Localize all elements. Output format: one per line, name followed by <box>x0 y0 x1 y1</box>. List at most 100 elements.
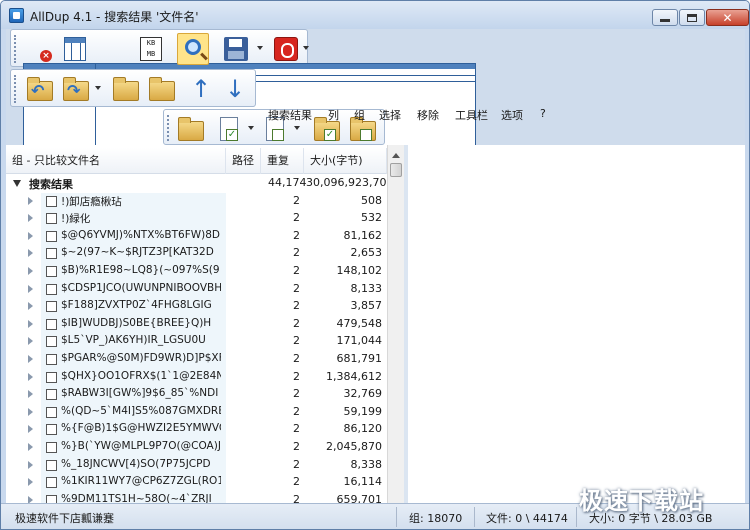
close-button[interactable]: ✕ <box>706 9 749 26</box>
collapsed-triangle-icon[interactable] <box>28 196 33 205</box>
collapsed-triangle-icon[interactable] <box>28 231 33 240</box>
stop-button[interactable] <box>269 33 301 65</box>
menu-help[interactable]: ? <box>540 107 546 120</box>
menu-options[interactable]: 选项 <box>501 107 523 123</box>
scroll-thumb[interactable] <box>390 163 402 177</box>
expanded-triangle-icon[interactable] <box>13 180 21 187</box>
collapsed-triangle-icon[interactable] <box>28 355 33 363</box>
columns-button[interactable] <box>59 33 91 65</box>
row-checkbox[interactable] <box>46 424 57 436</box>
row-checkbox[interactable] <box>46 266 57 277</box>
row-checkbox[interactable] <box>46 301 57 313</box>
scroll-up-arrow-icon[interactable] <box>392 153 400 158</box>
row-checkbox[interactable] <box>46 389 57 401</box>
save-button[interactable] <box>219 33 251 65</box>
row-checkbox[interactable] <box>46 195 57 207</box>
column-path[interactable]: 路径 <box>226 148 261 174</box>
title-bar[interactable]: AllDup 4.1 - 搜索结果 '文件名' ✕ <box>1 1 749 29</box>
column-group[interactable]: 组 - 只比较文件名 <box>6 148 226 174</box>
maximize-button[interactable] <box>679 9 705 26</box>
row-checkbox[interactable] <box>46 336 57 348</box>
forward-dropdown-arrow[interactable] <box>95 86 101 90</box>
close-results-button[interactable]: × <box>23 33 404 391</box>
collapsed-triangle-icon[interactable] <box>28 478 33 487</box>
table-row[interactable]: $QHX}OO1OFRX$(1`1@2E84N 2 1,384,612 <box>6 368 387 387</box>
folder-settings-button[interactable] <box>174 113 206 145</box>
row-checkbox[interactable] <box>46 459 57 471</box>
collapsed-triangle-icon[interactable] <box>28 214 33 223</box>
row-checkbox[interactable] <box>46 248 57 260</box>
collapsed-triangle-icon[interactable] <box>28 425 33 434</box>
collapsed-triangle-icon[interactable] <box>28 302 33 311</box>
back-button[interactable]: ↶ <box>23 73 55 105</box>
collapsed-triangle-icon[interactable] <box>28 249 33 258</box>
size-unit-button[interactable]: KB MB <box>135 33 167 65</box>
row-checkbox[interactable] <box>46 477 57 489</box>
menu-groups[interactable]: 组 <box>354 107 365 123</box>
collapsed-triangle-icon[interactable] <box>28 407 33 416</box>
menu-select[interactable]: 选择 <box>379 107 401 123</box>
open-folder-button[interactable] <box>109 73 141 105</box>
column-size[interactable]: 大小(字节) <box>304 148 387 174</box>
collapsed-triangle-icon[interactable] <box>28 372 33 381</box>
collapsed-triangle-icon[interactable] <box>28 267 33 275</box>
row-checkbox[interactable] <box>46 371 57 383</box>
menu-search-results[interactable]: 搜索结果 <box>268 107 312 123</box>
table-row[interactable]: $PGAR%@S0M)FD9WR)D]P$XF 2 681,791 <box>6 351 387 369</box>
collapsed-triangle-icon[interactable] <box>28 390 33 399</box>
row-checkbox[interactable] <box>46 494 57 503</box>
row-checkbox[interactable] <box>46 213 57 225</box>
status-divider <box>396 507 397 527</box>
folder-down-button[interactable] <box>145 73 177 105</box>
toolbar-grip[interactable] <box>14 35 16 63</box>
toolbar-grip[interactable] <box>14 75 16 103</box>
table-row[interactable]: $RABW3I[GW%]9$6_85`%NDI 2 32,769 <box>6 386 387 404</box>
table-row[interactable]: %{F@B)1$G@HWZI2E5YMWVOL 2 86,120 <box>6 421 387 439</box>
tree-root-row[interactable]: 搜索结果 44,174 30,096,923,703 <box>6 175 387 193</box>
row-checkbox[interactable] <box>46 406 57 418</box>
results-tree[interactable]: 组 - 只比较文件名 路径 重复 大小(字节) 搜索结果 44,174 30,0… <box>6 145 387 503</box>
forward-button[interactable]: ↷ <box>59 73 91 105</box>
unselect-dropdown-arrow[interactable] <box>294 126 300 130</box>
select-file-button[interactable]: ✓ <box>212 113 244 145</box>
row-checkbox[interactable] <box>46 318 57 330</box>
table-row[interactable]: %}B(`YW@MLPL9P7O(@COA)J 2 2,045,870 <box>6 439 387 457</box>
rows-button[interactable] <box>95 33 476 391</box>
table-row[interactable]: %1KIR11WY7@CP6Z7ZGL(RO1 2 16,114 <box>6 474 387 492</box>
table-row[interactable]: $F188]ZVXTP0Z`4FHG8LGIG 2 3,857 <box>6 298 387 316</box>
table-row[interactable]: !)緑化 2 532 <box>6 210 387 228</box>
collapsed-triangle-icon[interactable] <box>28 443 33 451</box>
row-checkbox[interactable] <box>46 442 57 453</box>
minimize-button[interactable] <box>652 9 678 26</box>
table-row[interactable]: !)卸店瘾楸玷 2 508 <box>6 192 387 211</box>
table-row[interactable]: $B)%R1E98~LQ8}(~097%S(9 2 148,102 <box>6 263 387 281</box>
table-row[interactable]: %_18JNCWV[4)SO(7P75JCPD 2 8,338 <box>6 456 387 475</box>
row-checkbox[interactable] <box>46 230 57 242</box>
column-duplicates[interactable]: 重复 <box>261 148 304 174</box>
menu-columns[interactable]: 列 <box>328 107 339 123</box>
toolbar-grip[interactable] <box>167 115 169 141</box>
table-row[interactable]: $@Q6YVMJ)%NTX%BT6FW)8DH 2 81,162 <box>6 227 387 246</box>
collapsed-triangle-icon[interactable] <box>28 284 33 293</box>
collapsed-triangle-icon[interactable] <box>28 319 33 328</box>
table-row[interactable]: $CDSP1JCO(UWUNPNIBOOVBH 2 8,133 <box>6 280 387 299</box>
collapsed-triangle-icon[interactable] <box>28 495 33 503</box>
table-row[interactable]: $~2(97~K~$RJTZ3P[KAT32D 2 2,653 <box>6 245 387 263</box>
row-checkbox[interactable] <box>46 283 57 295</box>
menu-toolbar[interactable]: 工具栏 <box>455 107 488 123</box>
vertical-scrollbar[interactable] <box>387 145 404 503</box>
select-dropdown-arrow[interactable] <box>248 126 254 130</box>
search-button[interactable] <box>177 33 209 65</box>
menu-remove[interactable]: 移除 <box>417 107 439 123</box>
move-down-button[interactable]: ↓ <box>219 73 251 105</box>
row-checkbox[interactable] <box>46 354 57 365</box>
table-row[interactable]: $IB]WUDBJ)S0BE{BREE}Q)H 2 479,548 <box>6 315 387 334</box>
table-row[interactable]: %(QD~5`M4I]S5%087GMXDRE 2 59,199 <box>6 403 387 422</box>
move-up-button[interactable]: ↑ <box>185 73 217 105</box>
save-dropdown-arrow[interactable] <box>257 46 263 50</box>
table-row[interactable]: $L5`VP_)AK6YH)IR_LGSU0U 2 171,044 <box>6 333 387 351</box>
table-row[interactable]: %9DM11TS1H~58O(~4`ZRJI 2 659,701 <box>6 491 387 503</box>
collapsed-triangle-icon[interactable] <box>28 460 33 469</box>
collapsed-triangle-icon[interactable] <box>28 337 33 346</box>
stop-dropdown-arrow[interactable] <box>303 46 309 50</box>
